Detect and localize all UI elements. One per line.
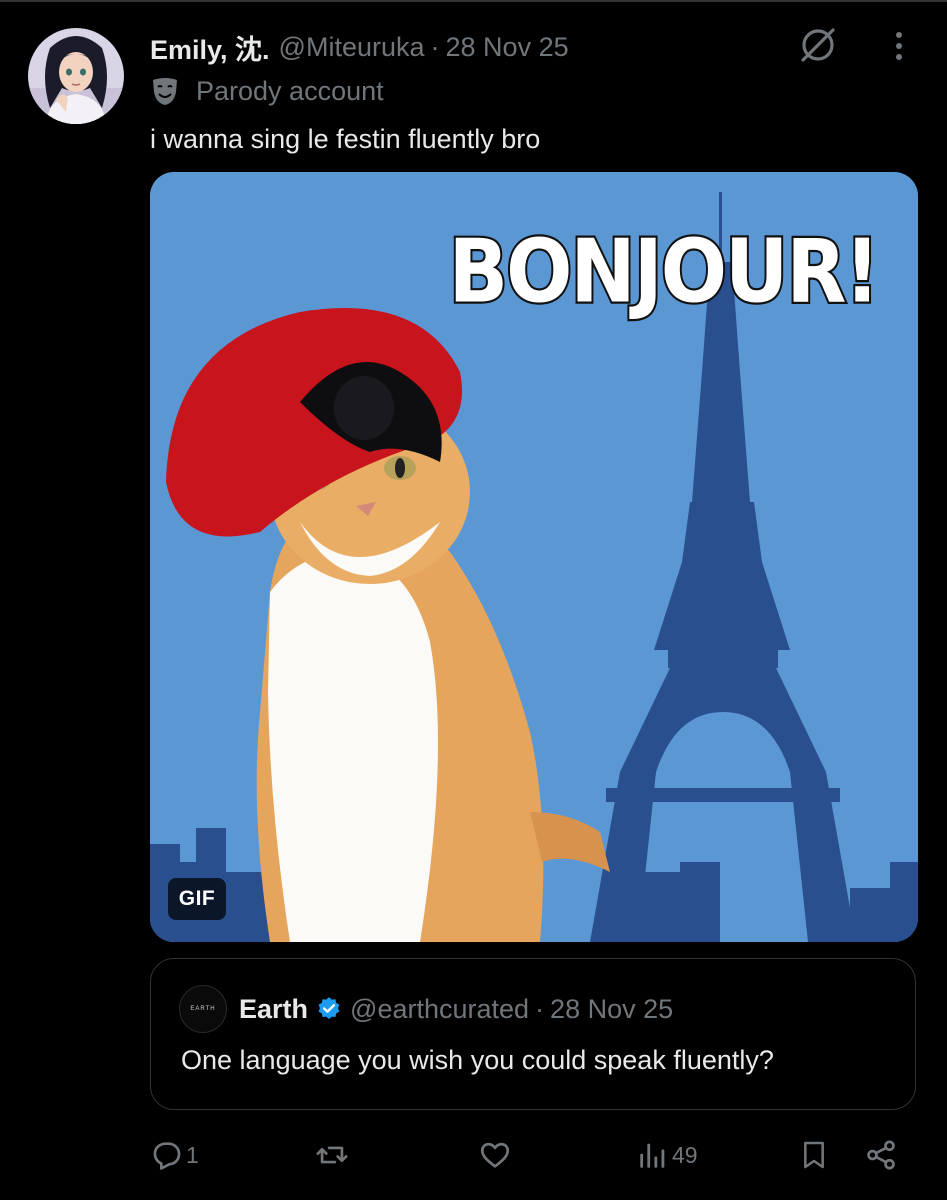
header-separator: ·	[430, 31, 440, 62]
tweet-media-gif[interactable]: BONJOUR! GIF	[150, 172, 918, 942]
quoted-avatar[interactable]: EARTH	[179, 985, 227, 1033]
more-icon[interactable]	[882, 26, 916, 66]
quoted-handle[interactable]: @earthcurated	[350, 994, 529, 1025]
action-bar: 1 49	[0, 1130, 947, 1180]
retweet-button[interactable]	[314, 1130, 352, 1180]
quoted-display-name[interactable]: Earth	[239, 994, 308, 1025]
views-icon	[640, 1143, 665, 1168]
parody-mask-icon	[153, 78, 177, 105]
parody-label: Parody account	[150, 72, 384, 110]
like-button[interactable]	[478, 1130, 514, 1180]
quoted-separator: ·	[535, 993, 545, 1024]
tweet-date[interactable]: 28 Nov 25	[446, 32, 569, 63]
tweet-header: Emily, 沈. @Miteuruka · 28 Nov 25	[150, 28, 569, 67]
quoted-text: One language you wish you could speak fl…	[181, 1045, 774, 1075]
like-icon	[480, 1142, 510, 1168]
quoted-tweet[interactable]: EARTH Earth @earthcurated · 28 Nov 25 On…	[150, 958, 916, 1110]
bookmark-icon	[804, 1141, 824, 1169]
reply-count: 1	[186, 1141, 199, 1168]
bookmark-button[interactable]	[798, 1130, 830, 1180]
grok-icon[interactable]	[797, 24, 839, 66]
retweet-icon	[316, 1146, 348, 1164]
views-count: 49	[672, 1141, 698, 1168]
quoted-date[interactable]: 28 Nov 25	[550, 994, 673, 1025]
quoted-tweet-header: EARTH Earth @earthcurated · 28 Nov 25	[179, 985, 673, 1033]
gif-overlay-text: BONJOUR!	[447, 220, 882, 325]
reply-button[interactable]: 1	[150, 1130, 199, 1180]
parody-label-text: Parody account	[196, 75, 384, 106]
author-display-name[interactable]: Emily, 沈.	[150, 28, 270, 67]
top-divider	[0, 0, 947, 2]
share-icon	[867, 1140, 895, 1170]
views-button[interactable]: 49	[636, 1130, 698, 1180]
gif-badge: GIF	[168, 878, 226, 920]
share-button[interactable]	[864, 1130, 898, 1180]
avatar[interactable]	[28, 28, 124, 124]
verified-badge-icon	[316, 996, 342, 1022]
tweet-text: i wanna sing le festin fluently bro	[150, 124, 541, 154]
reply-icon	[153, 1142, 181, 1170]
author-handle[interactable]: @Miteuruka	[279, 32, 425, 63]
